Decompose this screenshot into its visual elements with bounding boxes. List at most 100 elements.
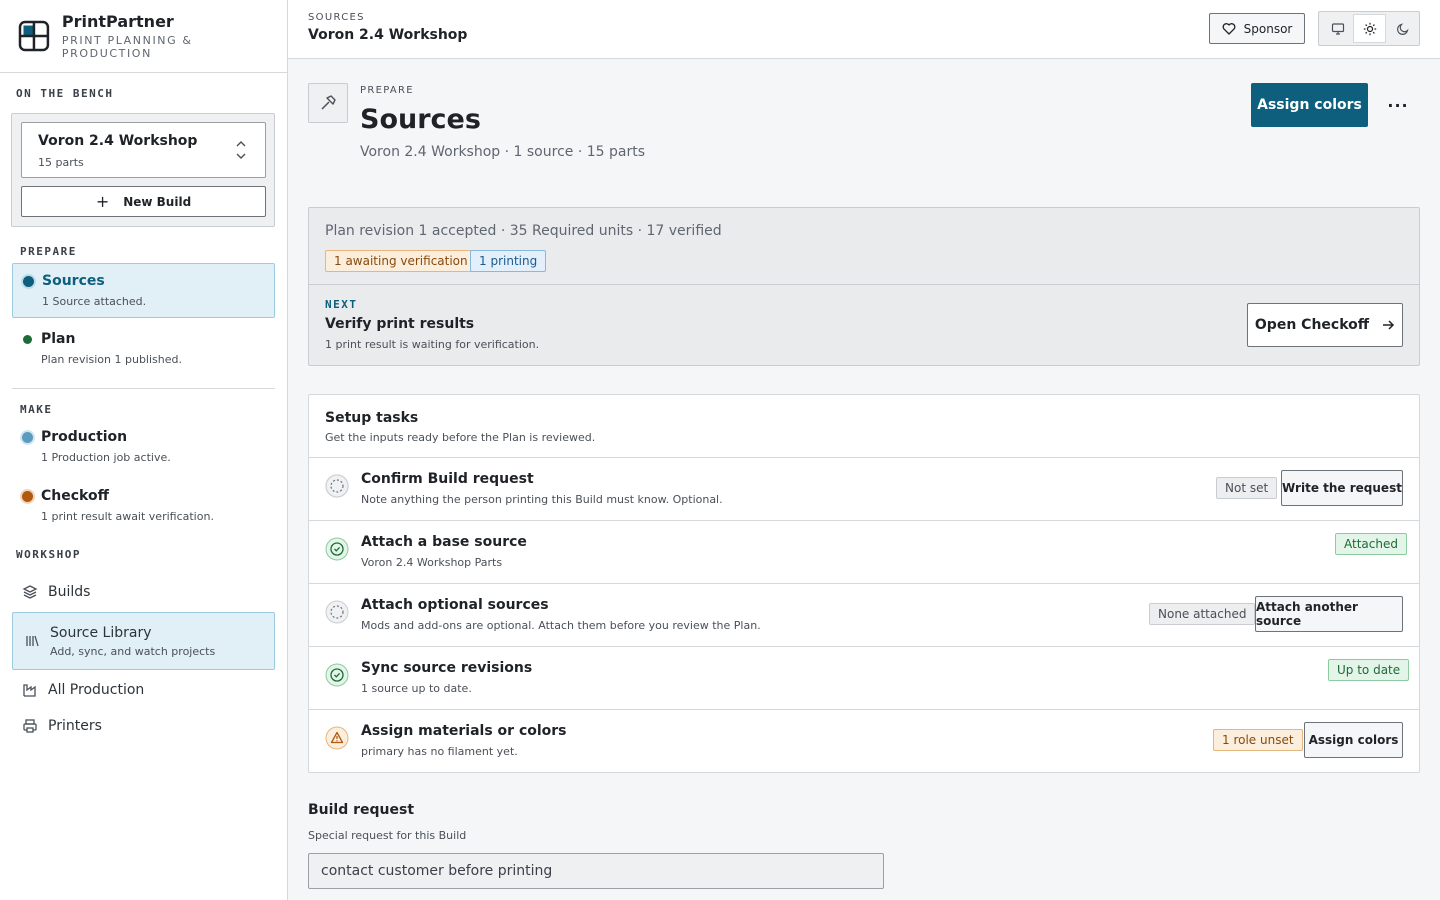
warning-triangle-icon	[325, 726, 349, 750]
build-selector-parts: 15 parts	[38, 156, 84, 169]
sidebar-step-label: Checkoff	[41, 488, 109, 504]
task-status-badge: 1 role unset	[1213, 729, 1303, 751]
page-eyebrow: PREPARE	[360, 85, 414, 96]
chevron-up-down-icon	[236, 141, 246, 159]
task-row-optional-sources: Attach optional sources Mods and add-ons…	[309, 583, 1419, 646]
next-title: Verify print results	[325, 316, 475, 332]
arrow-right-icon	[1383, 320, 1395, 330]
sidebar-step-checkoff[interactable]: Checkoff 1 print result await verificati…	[12, 479, 275, 534]
pending-circle-icon	[325, 600, 349, 624]
task-title: Attach a base source	[361, 534, 527, 550]
build-request-input[interactable]	[308, 853, 884, 889]
new-build-button[interactable]: + New Build	[21, 186, 266, 217]
sidebar-item-printers[interactable]: Printers	[12, 709, 275, 743]
status-dot-icon	[23, 335, 32, 344]
task-status-badge: Not set	[1216, 477, 1278, 499]
bench-panel: Voron 2.4 Workshop 15 parts + New Build	[11, 113, 275, 227]
task-row-base-source: Attach a base source Voron 2.4 Workshop …	[309, 520, 1419, 583]
task-subtitle: 1 source up to date.	[361, 682, 472, 695]
bench-section-label: ON THE BENCH	[16, 87, 114, 100]
sidebar-item-label: All Production	[48, 682, 145, 698]
heart-icon	[1222, 22, 1236, 35]
sidebar-item-builds[interactable]: Builds	[12, 575, 275, 609]
factory-icon	[22, 682, 38, 698]
library-icon	[26, 635, 39, 647]
status-dot-icon	[22, 491, 33, 502]
new-build-label: New Build	[123, 194, 192, 209]
plan-status-card: Plan revision 1 accepted · 35 Required u…	[308, 207, 1420, 366]
layers-icon	[22, 584, 38, 600]
assign-colors-button[interactable]: Assign colors	[1304, 722, 1403, 758]
sponsor-label: Sponsor	[1243, 21, 1293, 36]
build-request-label: Special request for this Build	[308, 829, 467, 842]
status-dot-icon	[22, 432, 33, 443]
sidebar-step-plan[interactable]: Plan Plan revision 1 published.	[12, 322, 275, 377]
status-dot-icon	[23, 276, 34, 287]
build-selector-name: Voron 2.4 Workshop	[38, 133, 198, 149]
sidebar-step-sub: 1 Production job active.	[41, 451, 171, 464]
sidebar-step-sub: 1 print result await verification.	[41, 510, 214, 523]
task-subtitle: Mods and add-ons are optional. Attach th…	[361, 619, 761, 632]
open-checkoff-label: Open Checkoff	[1254, 317, 1370, 333]
printing-badge: 1 printing	[470, 250, 547, 272]
task-row-sync-revisions: Sync source revisions 1 source up to dat…	[309, 646, 1419, 709]
prepare-section-label: PREPARE	[20, 245, 77, 258]
sidebar-item-sub: Add, sync, and watch projects	[50, 645, 216, 658]
build-request-title: Build request	[308, 802, 415, 818]
task-title: Confirm Build request	[361, 471, 534, 487]
build-selector[interactable]: Voron 2.4 Workshop 15 parts	[21, 122, 266, 178]
plus-icon: +	[95, 191, 110, 211]
sidebar-step-sources[interactable]: Sources 1 Source attached.	[12, 263, 275, 318]
sidebar-step-label: Plan	[41, 331, 76, 347]
open-checkoff-button[interactable]: Open Checkoff	[1247, 303, 1403, 347]
page-title: Sources	[360, 104, 481, 135]
pending-circle-icon	[325, 474, 349, 498]
sidebar-step-sub: 1 Source attached.	[42, 295, 147, 308]
task-status-badge: None attached	[1149, 603, 1256, 625]
task-subtitle: Voron 2.4 Workshop Parts	[361, 556, 503, 569]
topbar: SOURCES Voron 2.4 Workshop Sponsor	[288, 0, 1440, 59]
hammer-icon	[308, 83, 348, 123]
theme-light-button[interactable]	[1353, 14, 1386, 43]
sidebar-step-sub: Plan revision 1 published.	[41, 353, 182, 366]
next-subtitle: 1 print result is waiting for verificati…	[325, 338, 540, 351]
sidebar-step-production[interactable]: Production 1 Production job active.	[12, 420, 275, 475]
attach-another-source-button[interactable]: Attach another source	[1255, 596, 1403, 632]
monitor-icon	[1331, 22, 1344, 35]
moon-icon	[1396, 22, 1409, 35]
task-status-badge: Up to date	[1328, 659, 1410, 681]
sidebar-item-label: Printers	[48, 718, 102, 734]
task-title: Sync source revisions	[361, 660, 533, 676]
sidebar-item-all-production[interactable]: All Production	[12, 673, 275, 707]
task-subtitle: Note anything the person printing this B…	[361, 493, 723, 506]
theme-switcher	[1318, 11, 1420, 46]
breadcrumb-section: SOURCES	[308, 12, 365, 23]
workshop-section-label: WORKSHOP	[16, 548, 81, 561]
page-subtitle: Voron 2.4 Workshop · 1 source · 15 parts	[360, 144, 645, 160]
main-content: PREPARE Sources Voron 2.4 Workshop · 1 s…	[288, 59, 1440, 900]
breadcrumb-build[interactable]: Voron 2.4 Workshop	[308, 27, 467, 43]
sidebar-step-label: Production	[41, 429, 128, 445]
task-title: Attach optional sources	[361, 597, 549, 613]
sponsor-button[interactable]: Sponsor	[1209, 13, 1305, 44]
more-options-icon[interactable]: ···	[1382, 91, 1414, 119]
sidebar: PrintPartner PRINT PLANNING & PRODUCTION…	[0, 0, 288, 900]
printer-icon	[22, 718, 38, 734]
write-request-button[interactable]: Write the request	[1281, 470, 1403, 506]
setup-tasks-subtitle: Get the inputs ready before the Plan is …	[325, 431, 596, 444]
task-row-confirm-request: Confirm Build request Note anything the …	[309, 457, 1419, 520]
task-title: Assign materials or colors	[361, 723, 567, 739]
theme-dark-button[interactable]	[1386, 14, 1419, 43]
setup-tasks-title: Setup tasks	[325, 410, 419, 426]
sidebar-item-source-library[interactable]: Source Library Add, sync, and watch proj…	[12, 612, 275, 670]
theme-system-button[interactable]	[1321, 14, 1354, 43]
task-status-badge: Attached	[1335, 533, 1407, 555]
sidebar-item-label: Builds	[48, 584, 91, 600]
brand[interactable]: PrintPartner PRINT PLANNING & PRODUCTION	[0, 0, 287, 73]
brand-tagline: PRINT PLANNING & PRODUCTION	[61, 33, 193, 60]
assign-colors-primary-button[interactable]: Assign colors	[1251, 83, 1368, 127]
awaiting-verification-badge: 1 awaiting verification	[325, 250, 477, 272]
status-divider	[309, 284, 1419, 285]
task-row-assign-materials: Assign materials or colors primary has n…	[309, 709, 1419, 772]
printpartner-logo-icon	[18, 20, 50, 52]
